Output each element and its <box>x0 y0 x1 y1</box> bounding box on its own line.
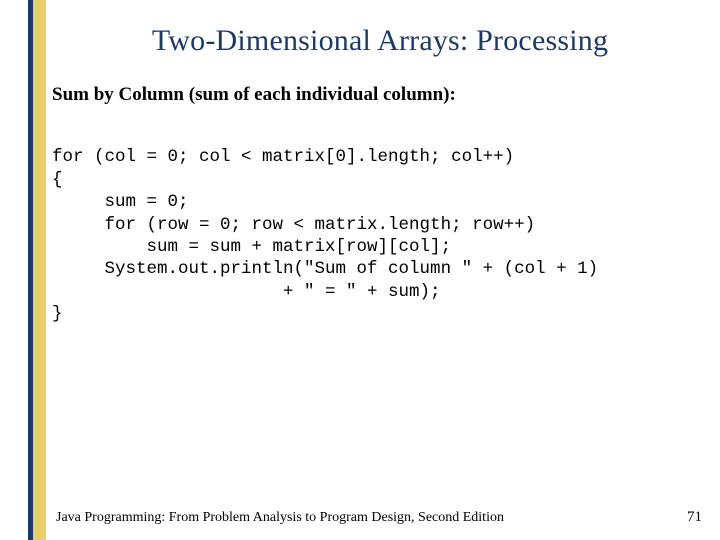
code-line: for (col = 0; col < matrix[0].length; co… <box>52 147 514 167</box>
slide-footer: Java Programming: From Problem Analysis … <box>56 509 702 526</box>
code-line: + " = " + sum); <box>52 282 441 302</box>
code-line: } <box>52 304 63 324</box>
page-number: 71 <box>687 509 702 526</box>
footer-text: Java Programming: From Problem Analysis … <box>56 510 504 526</box>
code-line: for (row = 0; row < matrix.length; row++… <box>52 215 535 235</box>
slide-title: Two-Dimensional Arrays: Processing <box>50 24 710 58</box>
code-block: for (col = 0; col < matrix[0].length; co… <box>52 124 710 326</box>
slide-left-rail <box>28 0 46 540</box>
code-line: { <box>52 170 63 190</box>
code-line: System.out.println("Sum of column " + (c… <box>52 259 598 279</box>
section-subhead: Sum by Column (sum of each individual co… <box>52 84 710 106</box>
code-line: sum = 0; <box>52 192 189 212</box>
slide-content: Two-Dimensional Arrays: Processing Sum b… <box>50 0 710 540</box>
code-line: sum = sum + matrix[row][col]; <box>52 237 451 257</box>
